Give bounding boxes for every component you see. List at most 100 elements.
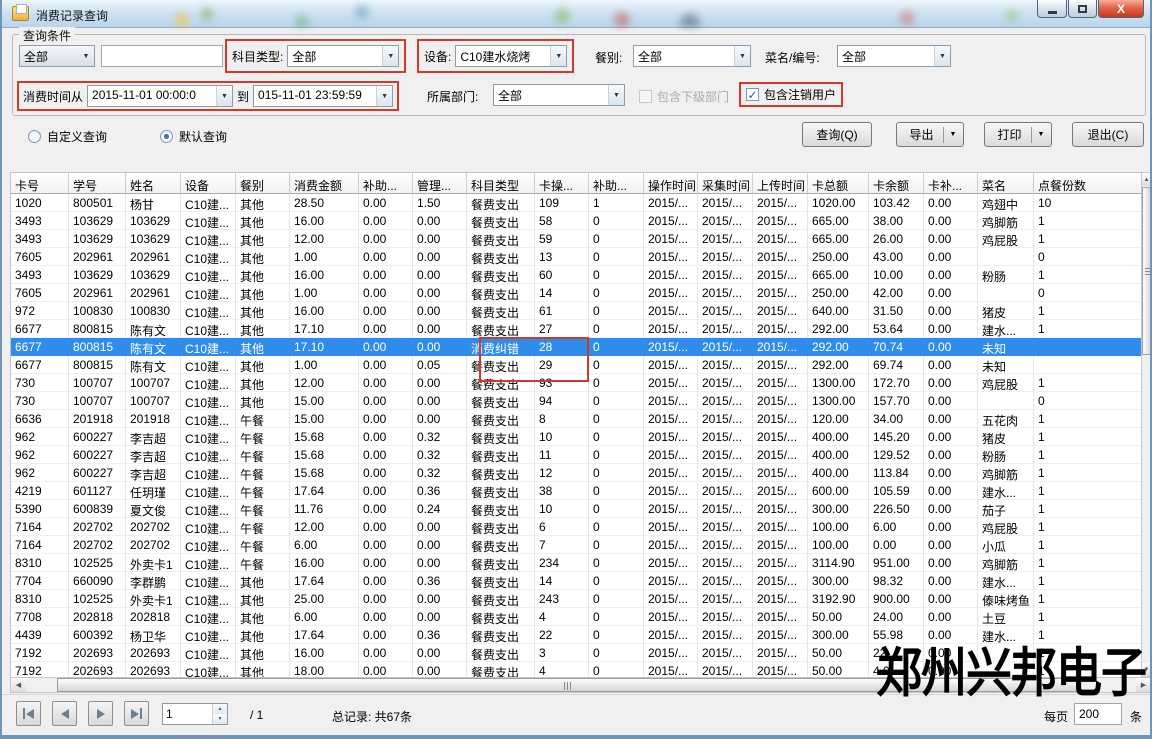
vertical-scrollbar[interactable]: ▲ ▼	[1141, 172, 1152, 677]
table-row[interactable]: 972100830100830C10建...其他16.000.000.00餐费支…	[11, 302, 1141, 320]
column-header[interactable]: 补助...	[359, 173, 413, 194]
table-cell: 餐费支出	[467, 428, 535, 446]
table-row[interactable]: 7605202961202961C10建...其他1.000.000.00餐费支…	[11, 284, 1141, 302]
table-row[interactable]: 962600227李吉超C10建...午餐15.680.000.32餐费支出10…	[11, 428, 1141, 446]
table-cell: 2015/...	[644, 482, 698, 500]
table-cell: 6636	[11, 410, 69, 428]
table-cell: 202818	[69, 608, 126, 626]
table-cell: 300.00	[808, 500, 869, 518]
page-total-label: / 1	[250, 708, 263, 722]
column-header[interactable]: 科目类型	[467, 173, 535, 194]
table-row[interactable]: 7708202818202818C10建...其他6.000.000.00餐费支…	[11, 608, 1141, 626]
card-filter-combobox[interactable]: 全部 ▼	[19, 45, 95, 67]
column-header[interactable]: 上传时间	[753, 173, 808, 194]
column-header[interactable]: 卡操...	[535, 173, 589, 194]
table-row[interactable]: 6677800815陈有文C10建...其他17.100.000.00餐费支出2…	[11, 320, 1141, 338]
table-row[interactable]: 3493103629103629C10建...其他12.000.000.00餐费…	[11, 230, 1141, 248]
print-button[interactable]: 打印 ▼	[984, 122, 1052, 147]
table-cell: 12.00	[290, 374, 359, 392]
table-row[interactable]: 3493103629103629C10建...其他16.000.000.00餐费…	[11, 266, 1141, 284]
subject-type-combobox[interactable]: 全部 ▼	[287, 45, 399, 67]
page-number-input[interactable]	[163, 704, 212, 724]
per-page-input[interactable]	[1074, 703, 1122, 725]
vertical-scroll-thumb[interactable]	[1142, 187, 1151, 355]
table-cell: 962	[11, 464, 69, 482]
table-cell: 292.00	[808, 320, 869, 338]
minimize-button[interactable]	[1037, 0, 1067, 18]
dish-combobox[interactable]: 全部 ▼	[837, 45, 951, 67]
column-header[interactable]: 消费金额	[290, 173, 359, 194]
table-row[interactable]: 7192202693202693C10建...其他18.000.000.00餐费…	[11, 662, 1141, 677]
table-row[interactable]: 8310102525外卖卡1C10建...其他25.000.000.00餐费支出…	[11, 590, 1141, 608]
include-cancelled-checkbox[interactable]: 包含注销用户	[746, 86, 836, 103]
table-cell: 其他	[236, 212, 290, 230]
table-row[interactable]: 6677800815陈有文C10建...其他17.100.000.00消费纠错2…	[11, 338, 1141, 356]
table-row[interactable]: 8310102525外卖卡1C10建...午餐16.000.000.00餐费支出…	[11, 554, 1141, 572]
column-header[interactable]: 餐别	[236, 173, 290, 194]
scroll-left-icon[interactable]: ◀	[11, 678, 26, 692]
department-combobox[interactable]: 全部 ▼	[493, 84, 625, 106]
table-cell: 0.00	[869, 536, 924, 554]
scroll-up-icon[interactable]: ▲	[1142, 173, 1151, 186]
column-header[interactable]: 姓名	[126, 173, 181, 194]
table-row[interactable]: 3493103629103629C10建...其他16.000.000.00餐费…	[11, 212, 1141, 230]
maximize-button[interactable]	[1068, 0, 1097, 18]
column-header[interactable]: 学号	[69, 173, 126, 194]
table-row[interactable]: 7192202693202693C10建...其他16.000.000.00餐费…	[11, 644, 1141, 662]
column-header[interactable]: 补助...	[589, 173, 644, 194]
next-page-button[interactable]	[88, 701, 113, 726]
column-header[interactable]: 采集时间	[698, 173, 753, 194]
spin-down-icon[interactable]: ▼	[213, 714, 227, 724]
table-row[interactable]: 962600227李吉超C10建...午餐15.680.000.32餐费支出11…	[11, 446, 1141, 464]
table-cell: C10建...	[181, 554, 236, 572]
horizontal-scroll-thumb[interactable]	[57, 678, 1077, 692]
radio-default-query[interactable]: 默认查询	[160, 128, 227, 145]
table-row[interactable]: 730100707100707C10建...其他15.000.000.00餐费支…	[11, 392, 1141, 410]
column-header[interactable]: 管理...	[413, 173, 467, 194]
export-button[interactable]: 导出 ▼	[896, 122, 964, 147]
table-row[interactable]: 6677800815陈有文C10建...其他1.000.000.05餐费支出29…	[11, 356, 1141, 374]
table-row[interactable]: 4219601127任玥瑾C10建...午餐17.640.000.36餐费支出3…	[11, 482, 1141, 500]
column-header[interactable]: 操作时间	[644, 173, 698, 194]
last-page-button[interactable]	[124, 701, 149, 726]
table-row[interactable]: 7164202702202702C10建...午餐12.000.000.00餐费…	[11, 518, 1141, 536]
meal-combobox[interactable]: 全部 ▼	[633, 45, 751, 67]
page-number-spinner[interactable]: ▲ ▼	[162, 703, 228, 725]
column-header[interactable]: 卡余额	[869, 173, 924, 194]
table-row[interactable]: 5390600839夏文俊C10建...午餐11.760.000.24餐费支出1…	[11, 500, 1141, 518]
column-header[interactable]: 卡号	[11, 173, 69, 194]
first-page-button[interactable]	[16, 701, 41, 726]
table-row[interactable]: 6636201918201918C10建...午餐15.000.000.00餐费…	[11, 410, 1141, 428]
column-header[interactable]: 点餐份数	[1034, 173, 1142, 194]
table-cell: 100830	[69, 302, 126, 320]
device-combobox[interactable]: C10建水烧烤 ▼	[455, 45, 567, 67]
table-row[interactable]: 7164202702202702C10建...午餐6.000.000.00餐费支…	[11, 536, 1141, 554]
spin-up-icon[interactable]: ▲	[213, 704, 227, 714]
column-header[interactable]: 菜名	[978, 173, 1034, 194]
table-row[interactable]: 730100707100707C10建...其他12.000.000.00餐费支…	[11, 374, 1141, 392]
scroll-down-icon[interactable]: ▼	[1142, 663, 1151, 676]
table-row[interactable]: 7605202961202961C10建...其他1.000.000.00餐费支…	[11, 248, 1141, 266]
scroll-right-icon[interactable]: ▶	[1136, 678, 1151, 692]
table-cell: C10建...	[181, 608, 236, 626]
column-header[interactable]: 卡总额	[808, 173, 869, 194]
query-button[interactable]: 查询(Q)	[802, 122, 872, 147]
time-from-picker[interactable]: 2015-11-01 00:00:0 ▼	[87, 85, 233, 107]
close-button[interactable]: X	[1098, 0, 1144, 18]
radio-custom-query[interactable]: 自定义查询	[28, 128, 107, 145]
table-row[interactable]: 4439600392杨卫华C10建...其他17.640.000.36餐费支出2…	[11, 626, 1141, 644]
keyword-input[interactable]	[101, 45, 223, 67]
time-to-picker[interactable]: 015-11-01 23:59:59 ▼	[253, 85, 393, 107]
column-header[interactable]: 卡补...	[924, 173, 978, 194]
table-row[interactable]: 962600227李吉超C10建...午餐15.680.000.32餐费支出12…	[11, 464, 1141, 482]
exit-button[interactable]: 退出(C)	[1072, 122, 1144, 147]
horizontal-scrollbar[interactable]: ◀ ▶	[10, 677, 1152, 693]
table-cell: 2015/...	[753, 626, 808, 644]
include-sub-dept-checkbox[interactable]: 包含下级部门	[639, 88, 729, 105]
table-cell: 6677	[11, 356, 69, 374]
table-cell: 0.00	[924, 446, 978, 464]
table-row[interactable]: 7704660090李群鹏C10建...其他17.640.000.36餐费支出1…	[11, 572, 1141, 590]
table-row[interactable]: 1020800501杨甘C10建...其他28.500.001.50餐费支出10…	[11, 194, 1141, 212]
prev-page-button[interactable]	[52, 701, 77, 726]
column-header[interactable]: 设备	[181, 173, 236, 194]
